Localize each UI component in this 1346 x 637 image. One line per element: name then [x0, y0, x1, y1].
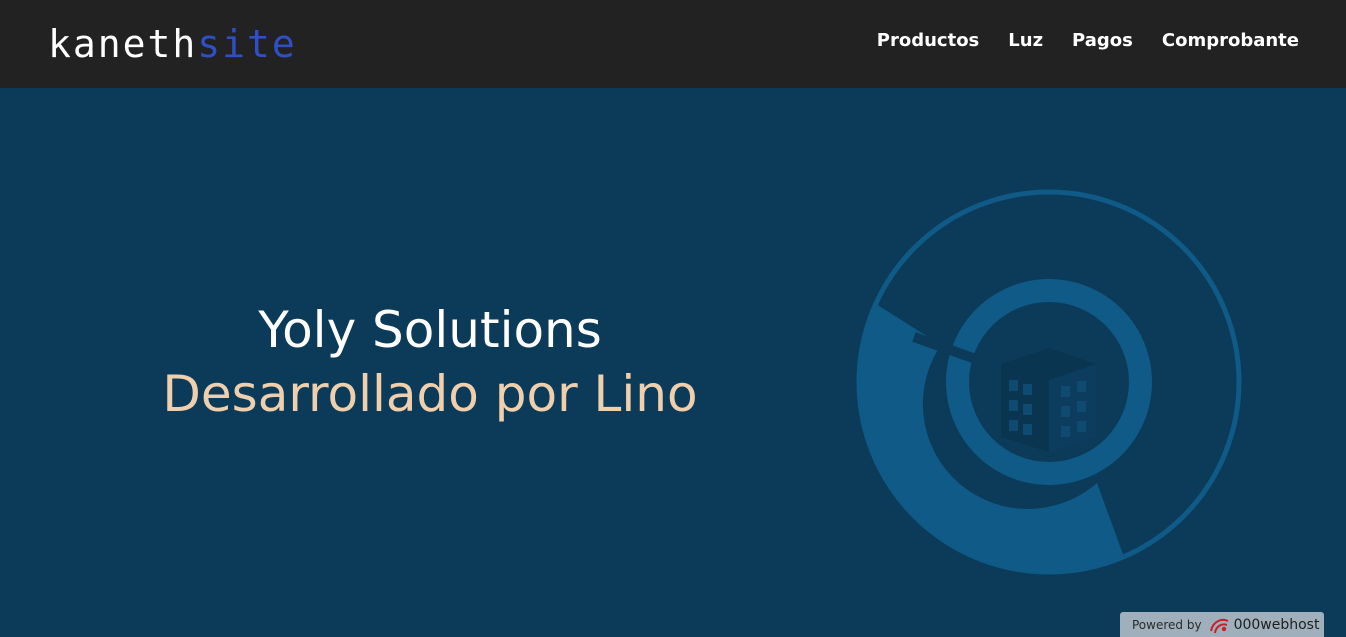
- building-icon: [1001, 348, 1096, 452]
- powered-by-badge[interactable]: Powered by 000webhost: [1120, 612, 1324, 637]
- main-nav: Productos Luz Pagos Comprobante: [848, 27, 1299, 55]
- hero-subtitle: Desarrollado por Lino: [162, 365, 698, 423]
- nav-item-pagos[interactable]: Pagos: [1072, 27, 1133, 55]
- logo-text-primary: kaneth: [48, 22, 198, 66]
- nav-item-luz[interactable]: Luz: [1008, 27, 1043, 55]
- nav-item-comprobante[interactable]: Comprobante: [1162, 27, 1299, 55]
- navbar: kanethsite Productos Luz Pagos Comproban…: [0, 0, 1346, 88]
- hero-graphic: [856, 189, 1242, 575]
- logo-text-accent: site: [197, 22, 297, 66]
- 000webhost-logo-icon: [1209, 618, 1229, 633]
- powered-by-label: Powered by: [1132, 617, 1202, 632]
- hero-text-block: Yoly Solutions Desarrollado por Lino: [130, 298, 730, 426]
- hero-section: Yoly Solutions Desarrollado por Lino: [0, 88, 1346, 637]
- nav-item-productos[interactable]: Productos: [877, 27, 980, 55]
- hero-title: Yoly Solutions: [258, 301, 602, 359]
- site-logo[interactable]: kanethsite: [48, 22, 297, 66]
- powered-by-brand: 000webhost: [1233, 616, 1320, 633]
